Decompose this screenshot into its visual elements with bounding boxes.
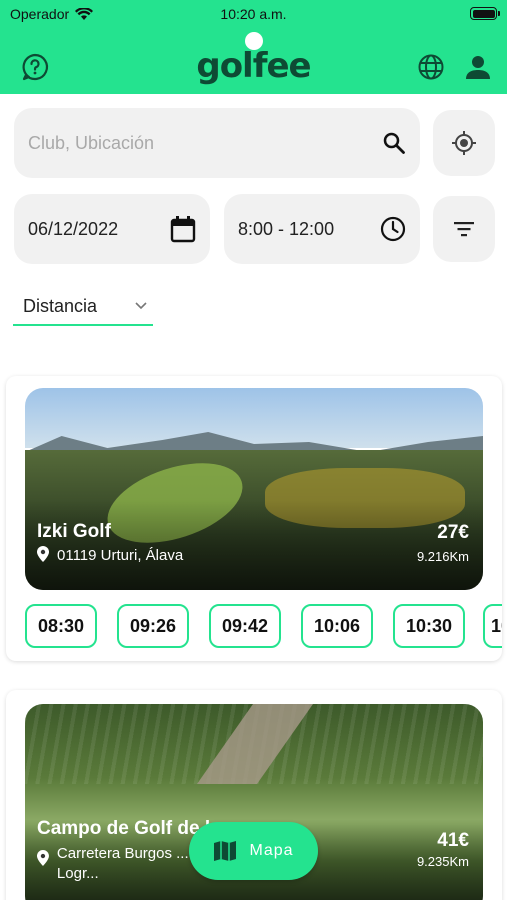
locate-button[interactable] (433, 110, 495, 176)
status-bar: Operador 10:20 a.m. (0, 0, 507, 28)
globe-icon (418, 54, 444, 80)
date-field[interactable]: 06/12/2022 (14, 194, 210, 264)
map-icon (214, 841, 237, 861)
filter-icon (454, 222, 474, 237)
course-distance: 9.216Km (416, 549, 469, 564)
search-input[interactable]: Club, Ubicación (14, 108, 420, 178)
battery-icon (470, 7, 500, 20)
tee-time-slot[interactable]: 09:26 (117, 604, 189, 648)
filter-button[interactable] (433, 196, 495, 262)
location-pin-icon (37, 546, 49, 562)
sort-label: Distancia (23, 296, 98, 316)
app-header: Operador 10:20 a.m. golfee (0, 0, 507, 94)
calendar-button[interactable] (170, 194, 196, 264)
tee-time-slot[interactable]: 10:06 (301, 604, 373, 648)
search-button[interactable] (382, 108, 406, 178)
date-value: 06/12/2022 (28, 218, 119, 239)
search-placeholder: Club, Ubicación (28, 132, 155, 153)
clock-button[interactable] (380, 194, 406, 264)
time-range-field[interactable]: 8:00 - 12:00 (224, 194, 420, 264)
course-price: 27€ (437, 522, 469, 543)
chevron-down-icon (135, 302, 147, 310)
tee-times-list[interactable]: 08:30 09:26 09:42 10:06 10:30 10 (25, 604, 502, 650)
course-location-text: 01119 Urturi, Álava (57, 547, 184, 564)
time-range-value: 8:00 - 12:00 (238, 218, 335, 239)
map-button[interactable]: Mapa (189, 822, 318, 880)
tee-time-slot[interactable]: 09:42 (209, 604, 281, 648)
user-icon (466, 56, 490, 79)
course-price: 41€ (437, 830, 469, 851)
gps-icon (452, 131, 476, 155)
course-photo[interactable]: Izki Golf 01119 Urturi, Álava 27€ 9.216K… (25, 388, 483, 590)
course-name: Izki Golf (37, 521, 111, 542)
tee-time-slot[interactable]: 10:30 (393, 604, 465, 648)
clock-icon (380, 216, 406, 242)
profile-button[interactable] (463, 52, 493, 82)
language-button[interactable] (416, 52, 446, 82)
sort-dropdown[interactable]: Distancia (13, 292, 153, 326)
course-card[interactable]: Izki Golf 01119 Urturi, Álava 27€ 9.216K… (6, 376, 502, 661)
course-location: 01119 Urturi, Álava (37, 546, 183, 566)
course-distance: 9.235Km (416, 854, 469, 869)
tee-time-slot[interactable]: 10 (483, 604, 502, 648)
calendar-icon (170, 216, 196, 243)
map-button-label: Mapa (249, 842, 294, 859)
status-time: 10:20 a.m. (220, 6, 287, 22)
tee-time-slot[interactable]: 08:30 (25, 604, 97, 648)
search-icon (383, 132, 405, 154)
location-pin-icon (37, 850, 49, 866)
